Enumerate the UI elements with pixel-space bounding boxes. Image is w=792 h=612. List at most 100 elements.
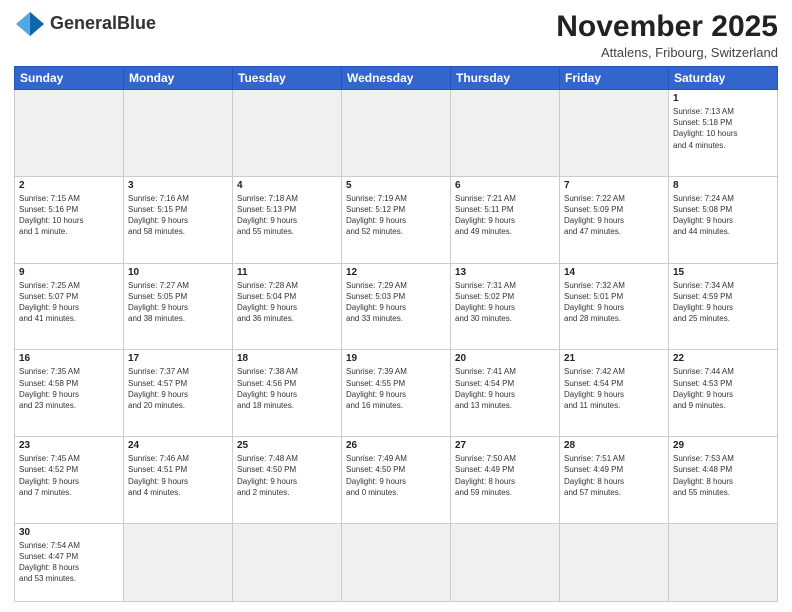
calendar-cell-w5-d4 <box>451 523 560 601</box>
day-number-23: 23 <box>19 440 119 451</box>
calendar-cell-w1-d5: 7Sunrise: 7:22 AM Sunset: 5:09 PM Daylig… <box>560 176 669 263</box>
calendar-table: Sunday Monday Tuesday Wednesday Thursday… <box>14 66 778 602</box>
col-friday: Friday <box>560 67 669 90</box>
calendar-cell-w2-d0: 9Sunrise: 7:25 AM Sunset: 5:07 PM Daylig… <box>15 263 124 350</box>
day-info-26: Sunrise: 7:49 AM Sunset: 4:50 PM Dayligh… <box>346 453 446 498</box>
day-info-18: Sunrise: 7:38 AM Sunset: 4:56 PM Dayligh… <box>237 366 337 411</box>
day-number-25: 25 <box>237 440 337 451</box>
calendar-week-0: 1Sunrise: 7:13 AM Sunset: 5:18 PM Daylig… <box>15 90 778 177</box>
calendar-cell-w0-d2 <box>233 90 342 177</box>
logo-icon <box>14 10 46 38</box>
calendar-cell-w0-d4 <box>451 90 560 177</box>
day-info-25: Sunrise: 7:48 AM Sunset: 4:50 PM Dayligh… <box>237 453 337 498</box>
day-number-3: 3 <box>128 180 228 191</box>
day-number-17: 17 <box>128 353 228 364</box>
day-info-22: Sunrise: 7:44 AM Sunset: 4:53 PM Dayligh… <box>673 366 773 411</box>
calendar-cell-w2-d3: 12Sunrise: 7:29 AM Sunset: 5:03 PM Dayli… <box>342 263 451 350</box>
calendar-cell-w3-d0: 16 Sunrise: 7:35 AM Sunset: 4:58 PM Dayli… <box>15 350 124 437</box>
logo-bold: Blue <box>117 13 156 33</box>
day-number-6: 6 <box>455 180 555 191</box>
calendar-cell-w0-d1 <box>124 90 233 177</box>
col-thursday: Thursday <box>451 67 560 90</box>
calendar-week-5: 30Sunrise: 7:54 AM Sunset: 4:47 PM Dayli… <box>15 523 778 601</box>
day-info-19: Sunrise: 7:39 AM Sunset: 4:55 PM Dayligh… <box>346 366 446 411</box>
day-number-10: 10 <box>128 267 228 278</box>
calendar-body: 1Sunrise: 7:13 AM Sunset: 5:18 PM Daylig… <box>15 90 778 602</box>
calendar-header-row: Sunday Monday Tuesday Wednesday Thursday… <box>15 67 778 90</box>
calendar-cell-w4-d6: 29 Sunrise: 7:53 AM Sunset: 4:48 PM Dayli… <box>669 437 778 524</box>
day-info-29: Sunrise: 7:53 AM Sunset: 4:48 PM Dayligh… <box>673 453 773 498</box>
calendar-cell-w2-d5: 14Sunrise: 7:32 AM Sunset: 5:01 PM Dayli… <box>560 263 669 350</box>
calendar-cell-w2-d2: 11Sunrise: 7:28 AM Sunset: 5:04 PM Dayli… <box>233 263 342 350</box>
day-number-9: 9 <box>19 267 119 278</box>
day-number-22: 22 <box>673 353 773 364</box>
col-saturday: Saturday <box>669 67 778 90</box>
calendar-cell-w5-d0: 30Sunrise: 7:54 AM Sunset: 4:47 PM Dayli… <box>15 523 124 601</box>
day-info-30: Sunrise: 7:54 AM Sunset: 4:47 PM Dayligh… <box>19 540 119 585</box>
col-sunday: Sunday <box>15 67 124 90</box>
day-number-8: 8 <box>673 180 773 191</box>
calendar-cell-w4-d0: 23Sunrise: 7:45 AM Sunset: 4:52 PM Dayli… <box>15 437 124 524</box>
day-info-13: Sunrise: 7:31 AM Sunset: 5:02 PM Dayligh… <box>455 280 555 325</box>
logo-text: GeneralBlue <box>50 14 156 34</box>
day-info-4: Sunrise: 7:18 AM Sunset: 5:13 PM Dayligh… <box>237 193 337 238</box>
calendar-cell-w2-d1: 10 Sunrise: 7:27 AM Sunset: 5:05 PM Dayli… <box>124 263 233 350</box>
calendar-cell-w1-d2: 4 Sunrise: 7:18 AM Sunset: 5:13 PM Daylig… <box>233 176 342 263</box>
calendar-week-3: 16 Sunrise: 7:35 AM Sunset: 4:58 PM Dayli… <box>15 350 778 437</box>
day-info-6: Sunrise: 7:21 AM Sunset: 5:11 PM Dayligh… <box>455 193 555 238</box>
calendar-cell-w1-d0: 2Sunrise: 7:15 AM Sunset: 5:16 PM Daylig… <box>15 176 124 263</box>
day-info-8: Sunrise: 7:24 AM Sunset: 5:08 PM Dayligh… <box>673 193 773 238</box>
day-info-27: Sunrise: 7:50 AM Sunset: 4:49 PM Dayligh… <box>455 453 555 498</box>
calendar-cell-w1-d4: 6 Sunrise: 7:21 AM Sunset: 5:11 PM Daylig… <box>451 176 560 263</box>
day-number-13: 13 <box>455 267 555 278</box>
day-info-16: Sunrise: 7:35 AM Sunset: 4:58 PM Dayligh… <box>19 366 119 411</box>
calendar-cell-w5-d6 <box>669 523 778 601</box>
day-number-19: 19 <box>346 353 446 364</box>
day-number-26: 26 <box>346 440 446 451</box>
location-subtitle: Attalens, Fribourg, Switzerland <box>556 45 778 60</box>
page: GeneralBlue November 2025 Attalens, Frib… <box>0 0 792 612</box>
day-info-15: Sunrise: 7:34 AM Sunset: 4:59 PM Dayligh… <box>673 280 773 325</box>
day-number-21: 21 <box>564 353 664 364</box>
calendar-cell-w0-d6: 1Sunrise: 7:13 AM Sunset: 5:18 PM Daylig… <box>669 90 778 177</box>
calendar-cell-w2-d4: 13 Sunrise: 7:31 AM Sunset: 5:02 PM Dayli… <box>451 263 560 350</box>
header: GeneralBlue November 2025 Attalens, Frib… <box>14 10 778 60</box>
logo: GeneralBlue <box>14 10 156 38</box>
calendar-cell-w3-d2: 18 Sunrise: 7:38 AM Sunset: 4:56 PM Dayli… <box>233 350 342 437</box>
calendar-cell-w2-d6: 15Sunrise: 7:34 AM Sunset: 4:59 PM Dayli… <box>669 263 778 350</box>
calendar-cell-w3-d6: 22 Sunrise: 7:44 AM Sunset: 4:53 PM Dayli… <box>669 350 778 437</box>
day-number-5: 5 <box>346 180 446 191</box>
calendar-week-4: 23Sunrise: 7:45 AM Sunset: 4:52 PM Dayli… <box>15 437 778 524</box>
calendar-cell-w5-d1 <box>124 523 233 601</box>
day-info-28: Sunrise: 7:51 AM Sunset: 4:49 PM Dayligh… <box>564 453 664 498</box>
day-number-1: 1 <box>673 93 773 104</box>
calendar-cell-w5-d3 <box>342 523 451 601</box>
day-number-29: 29 <box>673 440 773 451</box>
calendar-cell-w3-d3: 19 Sunrise: 7:39 AM Sunset: 4:55 PM Dayli… <box>342 350 451 437</box>
day-info-12: Sunrise: 7:29 AM Sunset: 5:03 PM Dayligh… <box>346 280 446 325</box>
calendar-cell-w1-d3: 5 Sunrise: 7:19 AM Sunset: 5:12 PM Daylig… <box>342 176 451 263</box>
calendar-cell-w0-d3 <box>342 90 451 177</box>
day-number-27: 27 <box>455 440 555 451</box>
day-info-14: Sunrise: 7:32 AM Sunset: 5:01 PM Dayligh… <box>564 280 664 325</box>
day-number-24: 24 <box>128 440 228 451</box>
day-info-3: Sunrise: 7:16 AM Sunset: 5:15 PM Dayligh… <box>128 193 228 238</box>
calendar-cell-w4-d2: 25 Sunrise: 7:48 AM Sunset: 4:50 PM Dayli… <box>233 437 342 524</box>
calendar-cell-w4-d5: 28Sunrise: 7:51 AM Sunset: 4:49 PM Dayli… <box>560 437 669 524</box>
day-info-21: Sunrise: 7:42 AM Sunset: 4:54 PM Dayligh… <box>564 366 664 411</box>
col-monday: Monday <box>124 67 233 90</box>
day-number-4: 4 <box>237 180 337 191</box>
calendar-cell-w0-d0 <box>15 90 124 177</box>
day-info-5: Sunrise: 7:19 AM Sunset: 5:12 PM Dayligh… <box>346 193 446 238</box>
calendar-cell-w1-d6: 8 Sunrise: 7:24 AM Sunset: 5:08 PM Daylig… <box>669 176 778 263</box>
calendar-cell-w1-d1: 3 Sunrise: 7:16 AM Sunset: 5:15 PM Daylig… <box>124 176 233 263</box>
day-number-7: 7 <box>564 180 664 191</box>
col-tuesday: Tuesday <box>233 67 342 90</box>
calendar-week-2: 9Sunrise: 7:25 AM Sunset: 5:07 PM Daylig… <box>15 263 778 350</box>
calendar-cell-w0-d5 <box>560 90 669 177</box>
day-number-18: 18 <box>237 353 337 364</box>
month-title: November 2025 <box>556 10 778 43</box>
day-info-10: Sunrise: 7:27 AM Sunset: 5:05 PM Dayligh… <box>128 280 228 325</box>
day-number-16: 16 <box>19 353 119 364</box>
calendar-cell-w5-d2 <box>233 523 342 601</box>
